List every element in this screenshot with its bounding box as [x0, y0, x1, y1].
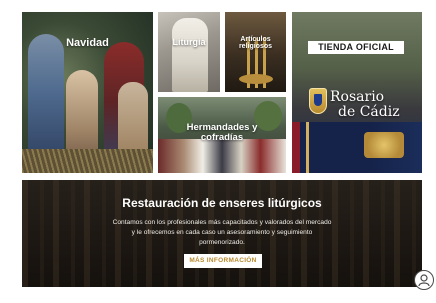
straw-background: [22, 149, 153, 173]
gold-braid-image: [306, 122, 309, 173]
chat-assistant-glyph-icon: [418, 274, 430, 287]
restauracion-description-line3: pormenorizado.: [199, 239, 245, 246]
chat-assistant-icon[interactable]: [414, 270, 434, 290]
tile-navidad[interactable]: Navidad: [22, 12, 153, 173]
tile-tienda-oficial[interactable]: TIENDA OFICIAL Rosario de Cádiz: [292, 12, 422, 173]
restauracion-title: Restauración de enseres litúrgicos: [122, 196, 322, 210]
tile-hermandades-label: Hermandades y cofradías: [158, 123, 286, 143]
restauracion-description-line2: y le ofrecemos en cada caso un asesorami…: [131, 229, 313, 236]
tile-hermandades-label-line2: cofradías: [200, 131, 244, 143]
nativity-figure-image: [28, 34, 64, 164]
restauracion-description-line1: Contamos con los profesionales más capac…: [112, 219, 332, 226]
tile-hermandades-cofradias[interactable]: Hermandades y cofradías: [158, 97, 286, 173]
tile-articulos-religiosos[interactable]: Artículos religiosos: [225, 12, 286, 92]
tile-articulos-label-line2: religiosos: [238, 43, 273, 51]
procession-crowd-image: [158, 139, 286, 173]
tile-articulos-label: Artículos religiosos: [225, 36, 286, 51]
mas-informacion-button[interactable]: MÁS INFORMACIÓN: [184, 254, 262, 268]
liturgical-robe-image: [172, 18, 208, 92]
tile-liturgia[interactable]: Liturgia: [158, 12, 220, 92]
tienda-oficial-banner: TIENDA OFICIAL: [308, 41, 404, 54]
tile-liturgia-label: Liturgia: [172, 37, 206, 47]
rosario-logo-subtext: de Cádiz: [338, 104, 400, 120]
restauracion-description: Contamos con los profesionales más capac…: [82, 218, 362, 248]
rosario-logo-text: Rosario: [330, 89, 385, 105]
restauracion-banner: Restauración de enseres litúrgicos Conta…: [22, 180, 422, 287]
page: Navidad Liturgia Artículos religiosos He…: [0, 0, 436, 303]
crest-logo-icon: [309, 88, 327, 114]
gold-insignia-image: [364, 132, 404, 158]
candelabra-base-image: [239, 74, 273, 84]
tile-navidad-label: Navidad: [66, 37, 109, 49]
